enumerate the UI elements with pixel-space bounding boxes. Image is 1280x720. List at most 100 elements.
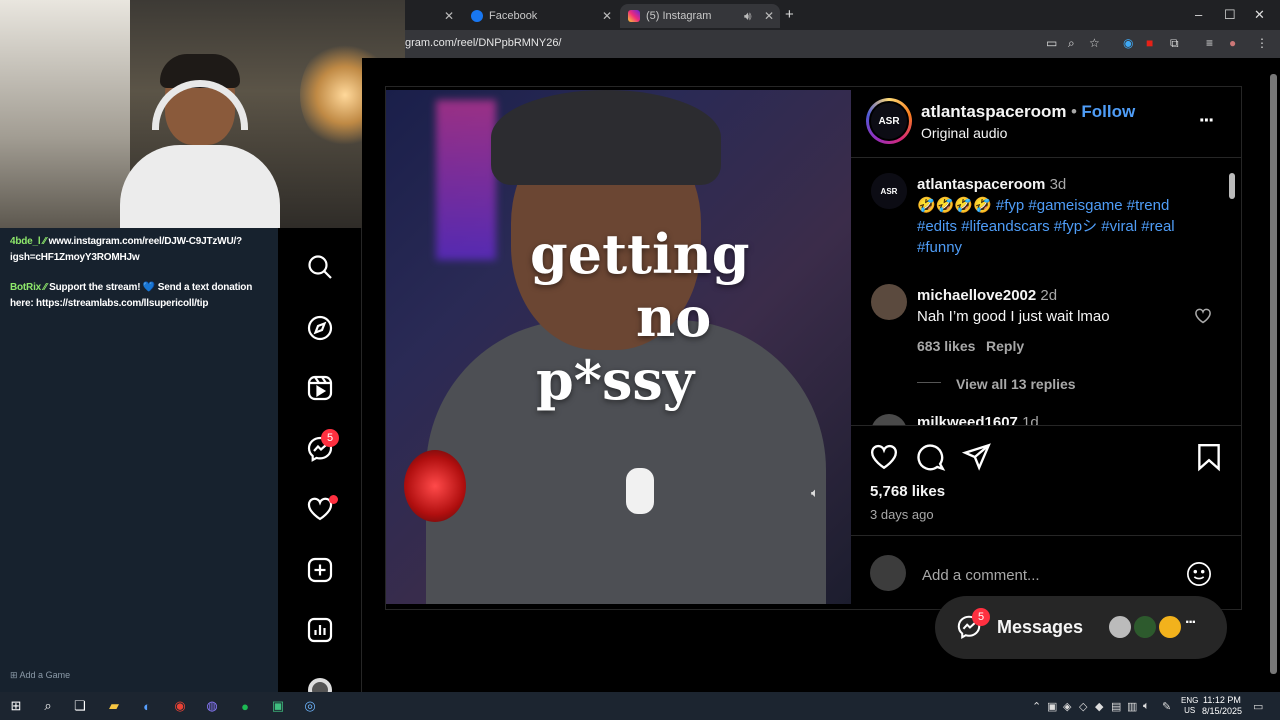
commenter-avatar[interactable] (871, 284, 907, 320)
minimize-button[interactable]: – (1195, 7, 1202, 22)
video-caption-line: p*ssy (536, 348, 695, 412)
view-replies-button[interactable]: View all 13 replies (956, 376, 1076, 392)
url-text[interactable]: gram.com/reel/DNPpbRMNY26/ (405, 37, 562, 49)
app-icon[interactable]: ◍ (202, 696, 222, 716)
clock[interactable]: 11:12 PM 8/15/2025 (1202, 695, 1242, 717)
tray-icon[interactable]: ◈ (1063, 700, 1071, 713)
close-tab-icon[interactable]: ✕ (602, 9, 612, 23)
profile-icon[interactable] (306, 676, 334, 692)
new-tab-button[interactable]: + (785, 6, 794, 23)
search-icon[interactable] (306, 253, 334, 281)
comment-icon[interactable] (916, 442, 946, 472)
chat-message: BotRix ⁄⁄ Support the stream! 💙 Send a t… (10, 280, 268, 312)
cast-icon[interactable]: ▭ (1046, 36, 1057, 50)
dashboard-icon[interactable] (306, 616, 334, 644)
author-username[interactable]: atlantaspaceroom (921, 102, 1067, 121)
windows-start-icon[interactable]: ⊞ (6, 696, 26, 716)
close-window-button[interactable]: ✕ (1254, 7, 1265, 23)
tab-previous[interactable]: ✕ (405, 4, 460, 28)
comment: milkweed1607 1d (917, 414, 1039, 425)
tray-icon[interactable]: ◆ (1095, 700, 1103, 713)
browser-tab-bar: ✕ Facebook ✕ (5) Instagram 🔊︎ ✕ + – ☐ ✕ (405, 0, 1280, 30)
caption-hashtags[interactable]: #edits #lifeandscars #fypシ #viral #real (917, 218, 1175, 235)
chrome-menu-icon[interactable]: ⋮ (1256, 36, 1268, 50)
page-scrollbar[interactable] (1267, 58, 1280, 692)
author-avatar[interactable]: ASR (866, 98, 912, 144)
audio-label[interactable]: Original audio (921, 125, 1007, 141)
scroll-thumb[interactable] (1229, 173, 1235, 199)
close-tab-icon[interactable]: ✕ (444, 9, 454, 23)
comments-scrollbar[interactable] (1228, 163, 1236, 423)
reels-icon[interactable] (306, 374, 334, 402)
conversation-avatar[interactable] (1157, 614, 1183, 640)
explore-icon[interactable] (306, 314, 334, 342)
comment-text: Nah I’m good I just wait lmao (917, 308, 1110, 325)
create-icon[interactable] (306, 556, 334, 584)
like-icon[interactable] (869, 442, 899, 472)
more-conversations-icon[interactable]: ··· (1185, 614, 1197, 632)
tray-chevron-icon[interactable]: ⌃ (1032, 700, 1041, 713)
extension-icon[interactable]: ■ (1146, 36, 1153, 50)
task-view-icon[interactable]: ❏ (70, 696, 90, 716)
app-icon[interactable]: ▣ (268, 696, 288, 716)
reel-details-panel: ASR atlantaspaceroom • Follow Original a… (851, 86, 1242, 610)
post-header: ASR atlantaspaceroom • Follow Original a… (851, 86, 1242, 158)
caption-username[interactable]: atlantaspaceroom (917, 176, 1045, 193)
add-game-label: Add a Game (19, 670, 71, 680)
comment-likes[interactable]: 683 likes (917, 338, 975, 354)
tab-instagram[interactable]: (5) Instagram 🔊︎ ✕ (620, 4, 780, 28)
tab-facebook[interactable]: Facebook ✕ (465, 4, 615, 28)
follow-button[interactable]: Follow (1081, 102, 1135, 121)
page-scroll-thumb[interactable] (1270, 74, 1277, 674)
comment-username[interactable]: michaellove2002 (917, 287, 1036, 304)
comment-like-icon[interactable] (1194, 307, 1212, 330)
save-icon[interactable] (1194, 442, 1224, 472)
reel-video[interactable]: getting no p*ssy 🔈︎ (386, 90, 851, 604)
chrome-icon[interactable]: ◉ (170, 696, 190, 716)
notification-icon[interactable]: ▭ (1253, 700, 1263, 713)
extension-icon[interactable]: ◉ (1123, 36, 1133, 50)
messages-badge: 5 (972, 608, 990, 626)
caption-hashtags[interactable]: #fyp #gameisgame #trend (996, 197, 1169, 214)
tray-icon[interactable]: ▥ (1127, 700, 1137, 713)
file-explorer-icon[interactable]: ▰ (104, 696, 124, 716)
add-game-bar[interactable]: ⊞ Add a Game (0, 658, 278, 692)
tray-icon[interactable]: ◇ (1079, 700, 1087, 713)
comment-input-divider (851, 535, 1242, 536)
conversation-avatar[interactable] (1132, 614, 1158, 640)
comment-username[interactable]: milkweed1607 (917, 414, 1018, 425)
more-options-icon[interactable]: ··· (1199, 110, 1215, 133)
language-indicator[interactable]: ENG US (1181, 696, 1198, 716)
emoji-icon[interactable] (1186, 561, 1212, 592)
reply-button[interactable]: Reply (986, 338, 1024, 354)
audio-playing-icon[interactable]: 🔊︎ (744, 9, 752, 24)
caption-hashtags[interactable]: #funny (917, 239, 962, 256)
tray-icon[interactable]: ▣ (1047, 700, 1057, 713)
volume-icon[interactable]: 🔈︎ (1143, 700, 1150, 713)
commenter-avatar[interactable] (871, 414, 907, 425)
conversation-avatar[interactable] (1107, 614, 1133, 640)
share-icon[interactable] (961, 442, 992, 472)
messages-bar[interactable]: 5 Messages ··· (935, 596, 1227, 659)
app-icon[interactable]: ◐ (137, 696, 157, 716)
volume-icon[interactable]: 🔈︎ (811, 485, 819, 501)
webcam-background-shelf (0, 0, 130, 228)
steam-icon[interactable]: ◎ (300, 696, 320, 716)
maximize-button[interactable]: ☐ (1224, 7, 1236, 23)
tray-icon[interactable]: ▤ (1111, 700, 1121, 713)
caption-emoji: 🤣🤣🤣🤣 (917, 197, 992, 214)
search-icon[interactable]: ⌕ (38, 696, 58, 716)
facebook-icon (471, 10, 483, 22)
close-tab-icon[interactable]: ✕ (764, 9, 774, 23)
likes-count[interactable]: 5,768 likes (870, 483, 945, 500)
bookmark-star-icon[interactable]: ☆ (1089, 36, 1100, 50)
media-control-icon[interactable]: ≡ (1206, 36, 1213, 50)
spotify-icon[interactable]: ● (235, 696, 255, 716)
profile-avatar-icon[interactable]: ● (1229, 36, 1236, 50)
caption-author-avatar[interactable]: ASR (871, 173, 907, 209)
comment-input[interactable]: Add a comment... (922, 567, 1040, 584)
puzzle-icon[interactable]: ⧉ (1170, 36, 1179, 51)
screen: ✕ Facebook ✕ (5) Instagram 🔊︎ ✕ + – ☐ ✕ … (0, 0, 1280, 720)
zoom-icon[interactable]: ⌕ (1068, 36, 1075, 51)
pen-icon[interactable]: ✎ (1162, 700, 1171, 713)
